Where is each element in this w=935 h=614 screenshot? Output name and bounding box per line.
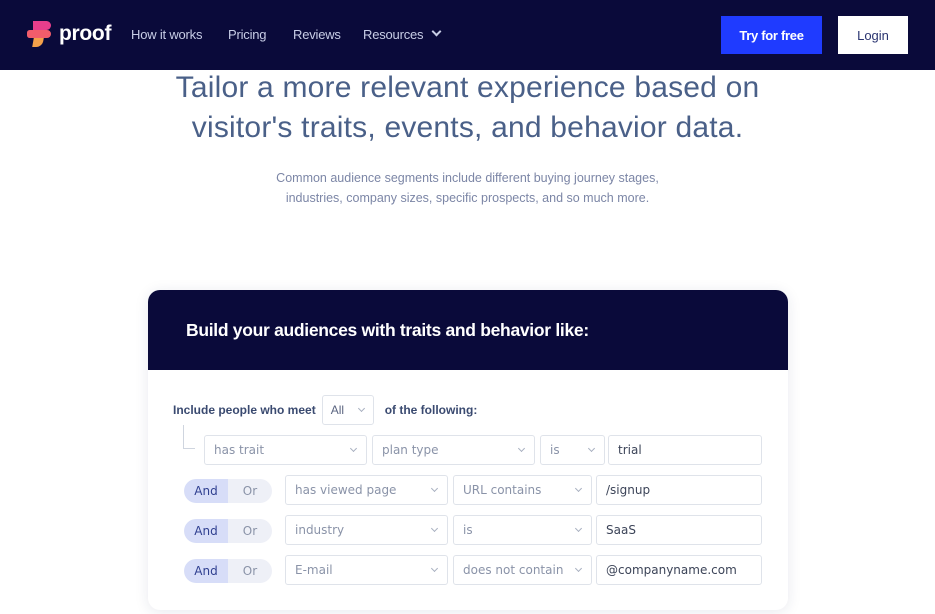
- hero-subtitle: Common audience segments include differe…: [0, 168, 935, 208]
- condition-type-value: has viewed page: [295, 483, 397, 497]
- property-select[interactable]: plan type: [372, 435, 535, 465]
- property-value: plan type: [382, 443, 439, 457]
- operator-value: is: [550, 443, 560, 457]
- operator-value: is: [463, 523, 473, 537]
- of-following-label: of the following:: [384, 403, 478, 417]
- or-option[interactable]: Or: [228, 519, 272, 543]
- hero-subtitle-line-1: Common audience segments include differe…: [276, 171, 659, 185]
- resources-label: Resources: [363, 27, 424, 42]
- or-option[interactable]: Or: [228, 559, 272, 583]
- operator-select[interactable]: URL contains: [453, 475, 592, 505]
- hero-subtitle-line-2: industries, company sizes, specific pros…: [285, 191, 650, 205]
- value-input[interactable]: @companyname.com: [596, 555, 762, 585]
- chevron-down-icon: [430, 524, 439, 533]
- chevron-down-icon: [430, 484, 439, 493]
- operator-select[interactable]: is: [453, 515, 592, 545]
- include-row: Include people who meet All of the follo…: [173, 395, 477, 425]
- and-or-toggle: And Or: [184, 519, 272, 543]
- card-title: Build your audiences with traits and beh…: [186, 319, 589, 340]
- include-label: Include people who meet: [173, 403, 316, 417]
- condition-type-select[interactable]: has trait: [204, 435, 367, 465]
- try-for-free-button[interactable]: Try for free: [721, 16, 822, 54]
- and-or-toggle: And Or: [184, 559, 272, 583]
- and-or-toggle: And Or: [184, 479, 272, 503]
- value-input[interactable]: trial: [608, 435, 762, 465]
- chevron-down-icon: [587, 444, 596, 453]
- nav-link-pricing[interactable]: Pricing: [228, 27, 267, 42]
- chevron-down-icon: [574, 484, 583, 493]
- card-header: Build your audiences with traits and beh…: [148, 290, 788, 370]
- condition-type-select[interactable]: industry: [285, 515, 448, 545]
- chevron-down-icon: [431, 26, 442, 37]
- condition-type-value: E-mail: [295, 563, 333, 577]
- chevron-down-icon: [349, 444, 358, 453]
- value-input[interactable]: SaaS: [596, 515, 762, 545]
- logo-text: proof: [59, 22, 112, 45]
- chevron-down-icon: [574, 564, 583, 573]
- top-navbar: proof How it works Pricing Reviews Resou…: [0, 0, 935, 70]
- proof-logo-icon: [27, 21, 53, 49]
- operator-value: does not contain: [463, 563, 564, 577]
- operator-select[interactable]: is: [540, 435, 605, 465]
- or-option[interactable]: Or: [228, 479, 272, 503]
- hero-title-line-2: visitor's traits, events, and behavior d…: [191, 111, 744, 144]
- nav-link-reviews[interactable]: Reviews: [293, 27, 341, 42]
- condition-type-select[interactable]: has viewed page: [285, 475, 448, 505]
- condition-type-select[interactable]: E-mail: [285, 555, 448, 585]
- chevron-down-icon: [430, 564, 439, 573]
- chevron-down-icon: [357, 404, 365, 413]
- match-select-value: All: [330, 403, 345, 417]
- condition-type-value: industry: [295, 523, 345, 537]
- nav-link-resources[interactable]: Resources: [363, 26, 442, 42]
- condition-type-value: has trait: [214, 443, 265, 457]
- value-text: /signup: [606, 483, 651, 497]
- proof-logo[interactable]: proof: [27, 21, 111, 49]
- login-button[interactable]: Login: [838, 16, 908, 54]
- hero-title-line-1: Tailor a more relevant experience based …: [175, 71, 760, 104]
- hero-title: Tailor a more relevant experience based …: [0, 68, 935, 148]
- value-input[interactable]: /signup: [596, 475, 762, 505]
- tree-connector: [183, 425, 195, 449]
- value-text: @companyname.com: [606, 563, 737, 577]
- operator-value: URL contains: [463, 483, 542, 497]
- chevron-down-icon: [574, 524, 583, 533]
- and-option[interactable]: And: [184, 479, 228, 503]
- value-text: trial: [618, 443, 642, 457]
- and-option[interactable]: And: [184, 559, 228, 583]
- value-text: SaaS: [606, 523, 636, 537]
- and-option[interactable]: And: [184, 519, 228, 543]
- operator-select[interactable]: does not contain: [453, 555, 592, 585]
- nav-link-how-it-works[interactable]: How it works: [131, 27, 202, 42]
- match-select[interactable]: All: [321, 395, 374, 425]
- chevron-down-icon: [517, 444, 526, 453]
